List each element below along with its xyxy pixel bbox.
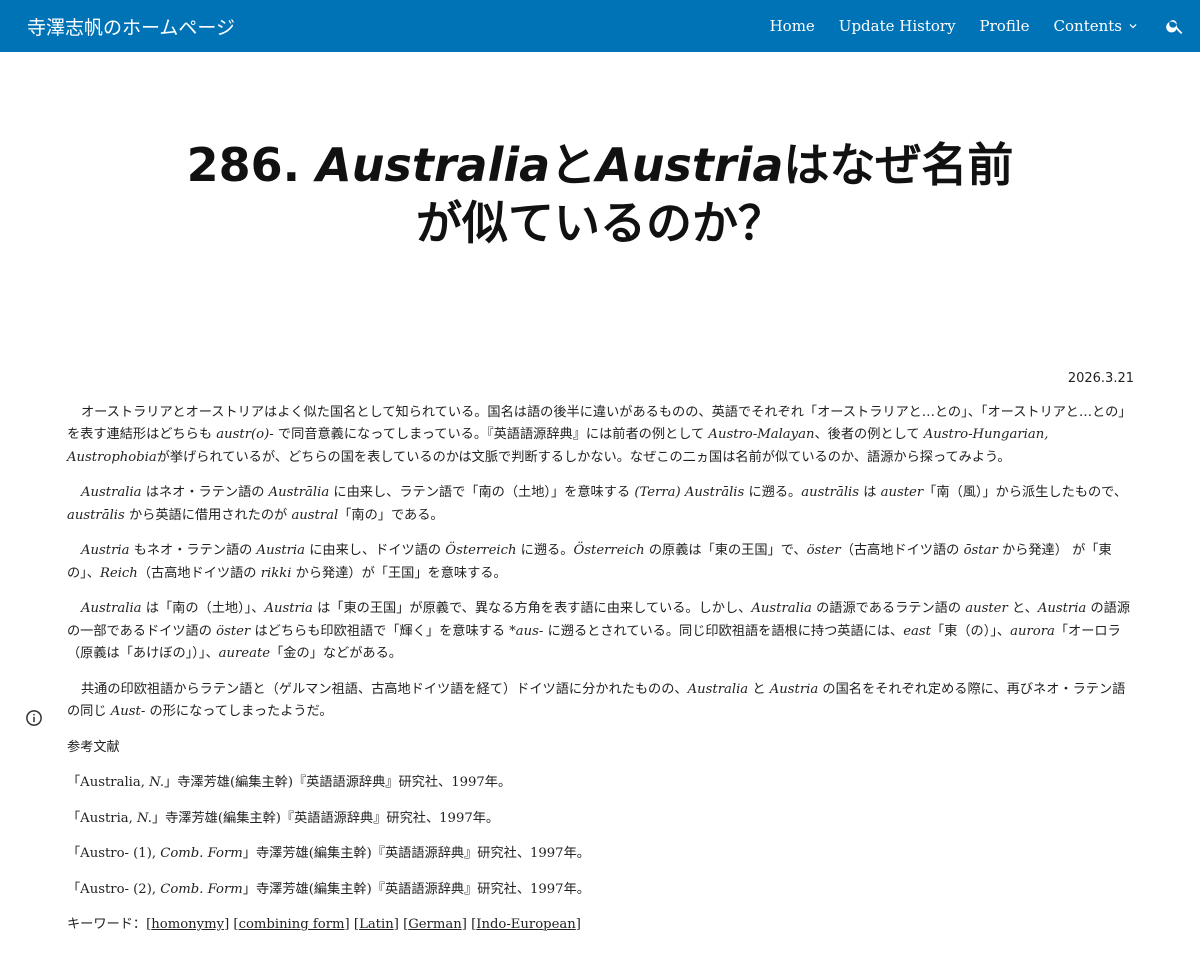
keyword-links: [homonymy] [combining form] [Latin] [Ger… — [146, 917, 581, 932]
italic-term: auster — [880, 485, 924, 500]
nav-update-history-label: Update History — [838, 17, 956, 35]
italic-term: Austrālia — [268, 485, 330, 500]
italic-term: (Terra) Austrālis — [634, 485, 745, 500]
nav-contents[interactable]: Contents — [1054, 17, 1140, 35]
top-app-bar: 寺澤志帆のホームページ Home Update History Profile … — [0, 0, 1200, 52]
italic-term: Austria — [81, 543, 130, 558]
page-title: 286. AustraliaとAustriaはなぜ名前 が似ているのか？ — [120, 136, 1080, 252]
italic-term: austr(o)- — [216, 427, 274, 442]
search-icon — [1166, 20, 1183, 34]
italic-term: Australia — [751, 601, 812, 616]
italic-term: Comb. Form — [160, 846, 243, 861]
italic-term: Österreich — [445, 543, 517, 558]
italic-term: austrālis — [801, 485, 860, 500]
nav-contents-label: Contents — [1053, 17, 1122, 35]
keywords: キーワード：[homonymy] [combining form] [Latin… — [67, 914, 1134, 937]
reference-item: 「Australia, N.」寺澤芳雄(編集主幹)『英語語源辞典』研究社、199… — [67, 775, 512, 790]
italic-term: austral — [291, 507, 339, 523]
nav-home-label: Home — [769, 17, 815, 35]
info-icon[interactable] — [25, 709, 43, 727]
search-button[interactable] — [1164, 15, 1186, 37]
italic-term: N. — [149, 775, 165, 790]
italic-term: aurora — [1010, 623, 1055, 639]
italic-term: Aust- — [110, 704, 146, 719]
references-list: 「Australia, N.」寺澤芳雄(編集主幹)『英語語源辞典』研究社、199… — [67, 772, 1134, 901]
italic-term: Australia — [687, 681, 749, 697]
article-paragraphs: オーストラリアとオーストリアはよく似た国名として知られている。国名は語の後半に違… — [67, 402, 1134, 724]
italic-term: öster — [216, 623, 251, 639]
italic-term: auster — [965, 601, 1008, 616]
site-title[interactable]: 寺澤志帆のホームページ — [27, 13, 235, 40]
reference-item: 「Austria, N.」寺澤芳雄(編集主幹)『英語語源辞典』研究社、1997年… — [67, 810, 500, 826]
italic-term: *aus- — [509, 623, 544, 639]
italic-term: öster — [806, 543, 841, 558]
italic-term: Reich — [99, 565, 138, 581]
title-italic-word: Australia — [316, 138, 551, 192]
italic-term: Australia — [81, 485, 142, 500]
keyword-link[interactable]: Indo-European — [476, 917, 576, 932]
page-title-line-2: が似ているのか？ — [416, 196, 784, 250]
article-body: 2026.3.21 オーストラリアとオーストリアはよく似た国名として知られている… — [67, 368, 1134, 937]
italic-term: Österreich — [573, 543, 645, 558]
italic-term: austrālis — [67, 507, 125, 523]
italic-term: Austro-Malayan — [708, 427, 815, 442]
italic-term: Austria — [264, 601, 313, 616]
page-title-line-1: 286. AustraliaとAustriaはなぜ名前 — [186, 138, 1014, 192]
article-paragraph: Austria もネオ・ラテン語の Austria に由来し、ドイツ語の Öst… — [67, 543, 1112, 581]
italic-term: east — [903, 623, 931, 639]
post-date: 2026.3.21 — [1067, 371, 1134, 386]
article-paragraph: オーストラリアとオーストリアはよく似た国名として知られている。国名は語の後半に違… — [67, 404, 1132, 465]
nav-home[interactable]: Home — [770, 17, 815, 35]
italic-term: Australia — [81, 601, 142, 616]
keyword-link[interactable]: Latin — [359, 917, 394, 932]
chevron-down-icon — [1126, 19, 1140, 33]
keyword-link[interactable]: homonymy — [151, 917, 224, 932]
title-italic-word: Austria — [596, 138, 784, 192]
nav-update-history[interactable]: Update History — [839, 17, 956, 35]
references-heading: 参考文献 — [67, 739, 120, 755]
nav-profile[interactable]: Profile — [980, 17, 1030, 35]
reference-item: 「Austro- (1), Comb. Form」寺澤芳雄(編集主幹)『英語語源… — [67, 846, 590, 861]
italic-term: Comb. Form — [160, 881, 243, 897]
italic-term: Austro-Hungarian, Austrophobia — [67, 427, 1049, 465]
keywords-label: キーワード： — [67, 917, 147, 932]
italic-term: Austria — [256, 543, 306, 558]
article-paragraph: Australia はネオ・ラテン語の Austrālia に由来し、ラテン語で… — [67, 485, 1128, 523]
main-nav: Home Update History Profile Contents — [770, 0, 1200, 52]
italic-term: N. — [137, 810, 152, 826]
italic-term: Austria — [1037, 601, 1087, 616]
italic-term: Austria — [769, 681, 819, 697]
keyword-link[interactable]: combining form — [239, 917, 345, 932]
article-paragraph: Australia は「南の（土地）」、Austria は「東の王国」が原義で、… — [67, 601, 1131, 661]
italic-term: rikki — [260, 565, 292, 581]
italic-term: aureate — [218, 646, 271, 661]
italic-term: ōstar — [963, 543, 998, 558]
keyword-link[interactable]: German — [408, 917, 462, 932]
nav-profile-label: Profile — [979, 17, 1030, 35]
article-paragraph: 共通の印欧祖語からラテン語と（ゲルマン祖語、古高地ドイツ語を経て）ドイツ語に分か… — [67, 681, 1126, 720]
reference-item: 「Austro- (2), Comb. Form」寺澤芳雄(編集主幹)『英語語源… — [67, 881, 590, 897]
